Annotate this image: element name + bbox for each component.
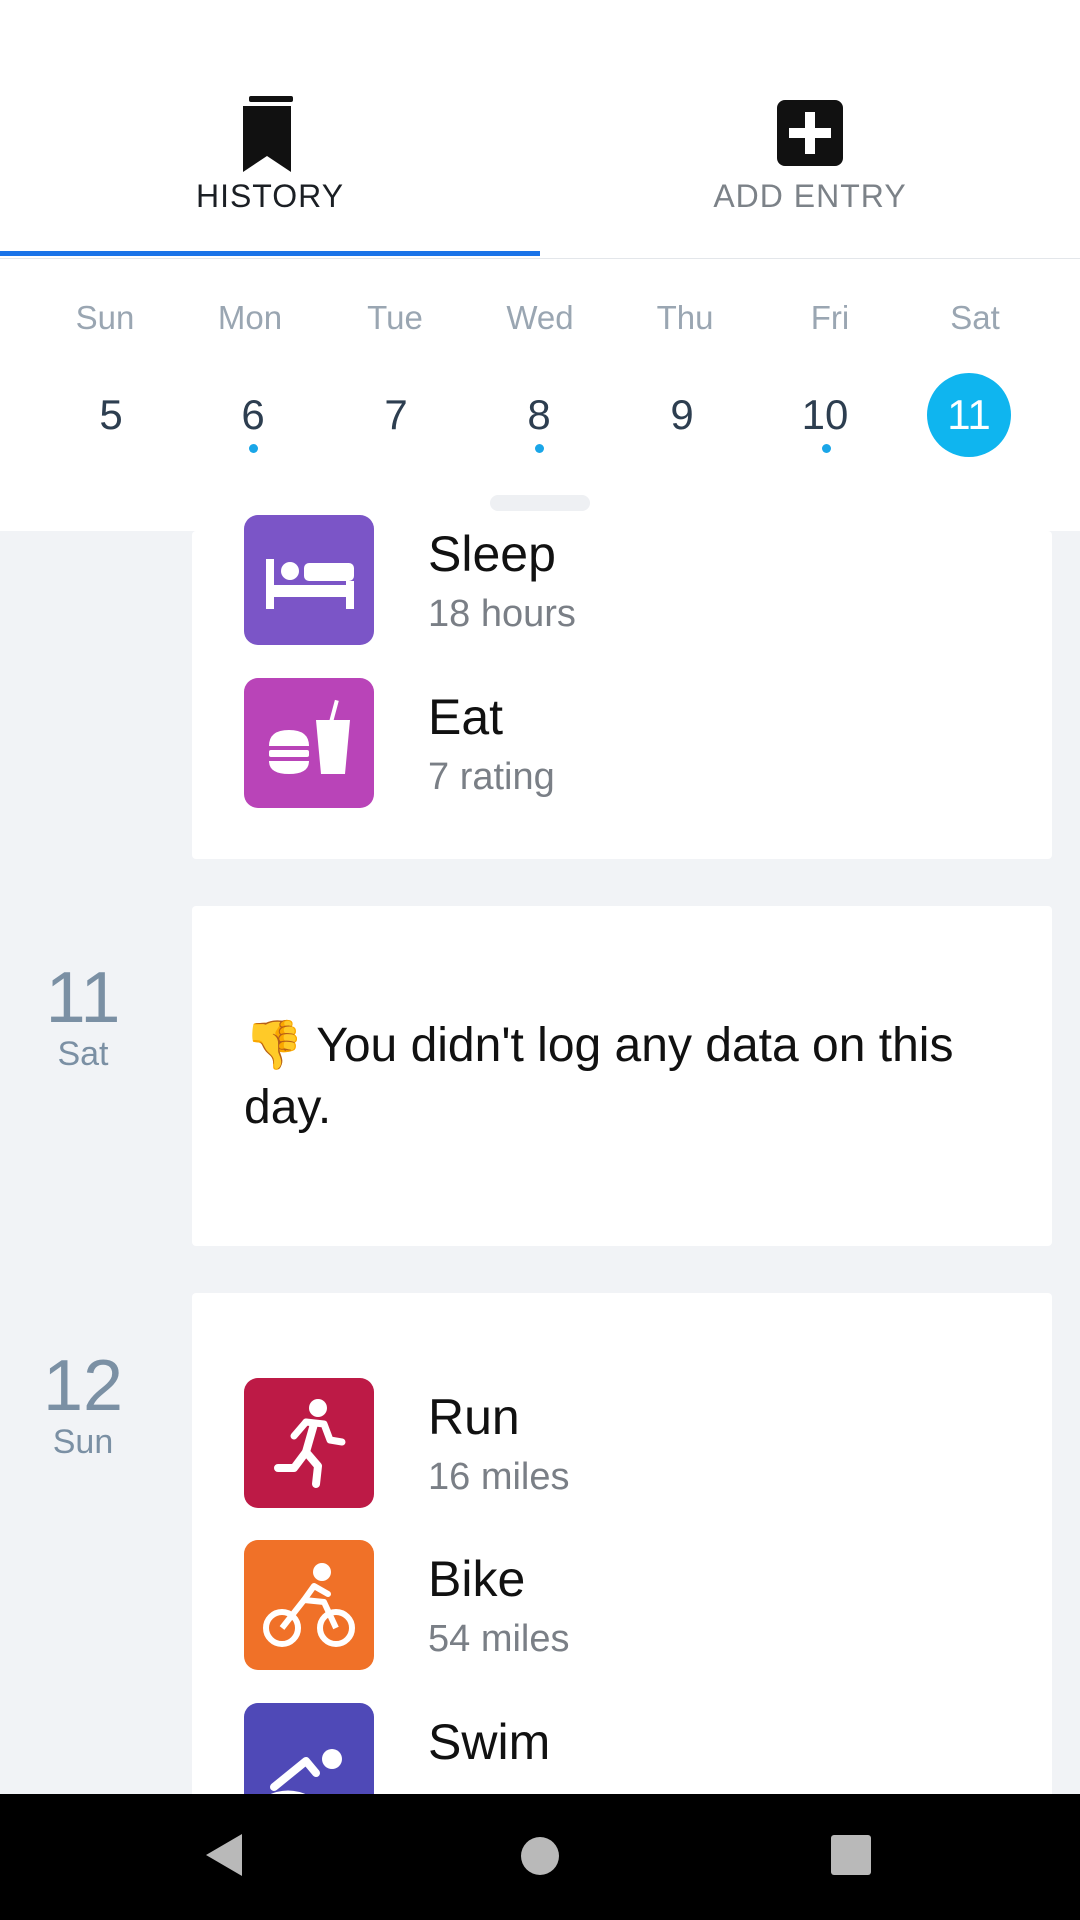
day-number[interactable]: 10 bbox=[753, 391, 897, 439]
day-label-name: Sat bbox=[57, 1035, 109, 1073]
plus-square-icon bbox=[777, 100, 843, 166]
tab-add-entry[interactable]: ADD ENTRY bbox=[540, 0, 1080, 258]
day-label: 11 Sat bbox=[0, 962, 166, 1074]
entry-subtitle: 18 hours bbox=[428, 593, 576, 635]
day-number[interactable]: 9 bbox=[610, 391, 754, 439]
day-label-number: 12 bbox=[42, 1346, 124, 1426]
home-icon[interactable] bbox=[520, 1836, 560, 1876]
back-icon[interactable] bbox=[204, 1832, 244, 1878]
cyclist-icon bbox=[244, 1540, 374, 1670]
weekday-name: Sat bbox=[950, 299, 1000, 336]
entry-title: Eat bbox=[428, 689, 504, 745]
day-label: 12 Sun bbox=[0, 1350, 166, 1462]
entry-subtitle: 16 miles bbox=[428, 1456, 570, 1498]
no-data-message: 👎 You didn't log any data on this day. bbox=[244, 1015, 994, 1139]
entry-title: Swim bbox=[428, 1714, 551, 1770]
day-number[interactable]: 6 bbox=[181, 391, 325, 439]
tab-history-label: HISTORY bbox=[195, 178, 345, 214]
day-label-name: Sun bbox=[52, 1423, 114, 1461]
day-label-number: 11 bbox=[45, 958, 121, 1038]
entry-title: Sleep bbox=[428, 526, 556, 582]
data-dot bbox=[535, 444, 544, 453]
day-number[interactable]: 8 bbox=[467, 391, 611, 439]
drag-handle[interactable] bbox=[490, 495, 590, 511]
day-number[interactable]: 7 bbox=[324, 391, 468, 439]
weekday-name: Wed bbox=[506, 299, 574, 336]
entry-title: Run bbox=[428, 1389, 520, 1445]
no-data-text: You didn't log any data on this day. bbox=[244, 1019, 954, 1134]
entry-subtitle: 54 miles bbox=[428, 1618, 570, 1660]
day-number-selected[interactable]: 11 bbox=[897, 391, 1041, 439]
day-number[interactable]: 5 bbox=[39, 391, 183, 439]
thumbs-down-icon: 👎 bbox=[244, 1019, 304, 1072]
top-tab-bar: HISTORY ADD ENTRY bbox=[0, 0, 1080, 259]
bed-icon bbox=[244, 515, 374, 645]
data-dot bbox=[822, 444, 831, 453]
food-drink-icon bbox=[244, 678, 374, 808]
bookmark-icon bbox=[243, 96, 293, 172]
entry-title: Bike bbox=[428, 1551, 526, 1607]
recents-icon[interactable] bbox=[830, 1834, 872, 1876]
entry-subtitle: 7 rating bbox=[428, 756, 555, 798]
tab-history[interactable]: HISTORY bbox=[0, 0, 540, 258]
weekday-name: Mon bbox=[217, 299, 283, 336]
weekday-name: Fri bbox=[810, 299, 850, 336]
tab-add-entry-label: ADD ENTRY bbox=[713, 178, 907, 214]
tab-indicator bbox=[0, 251, 540, 256]
weekday-name: Sun bbox=[75, 299, 135, 336]
runner-icon bbox=[244, 1378, 374, 1508]
data-dot bbox=[249, 444, 258, 453]
weekday-name: Tue bbox=[367, 299, 423, 336]
weekday-name: Thu bbox=[656, 299, 714, 336]
system-nav-bar bbox=[0, 1794, 1080, 1920]
